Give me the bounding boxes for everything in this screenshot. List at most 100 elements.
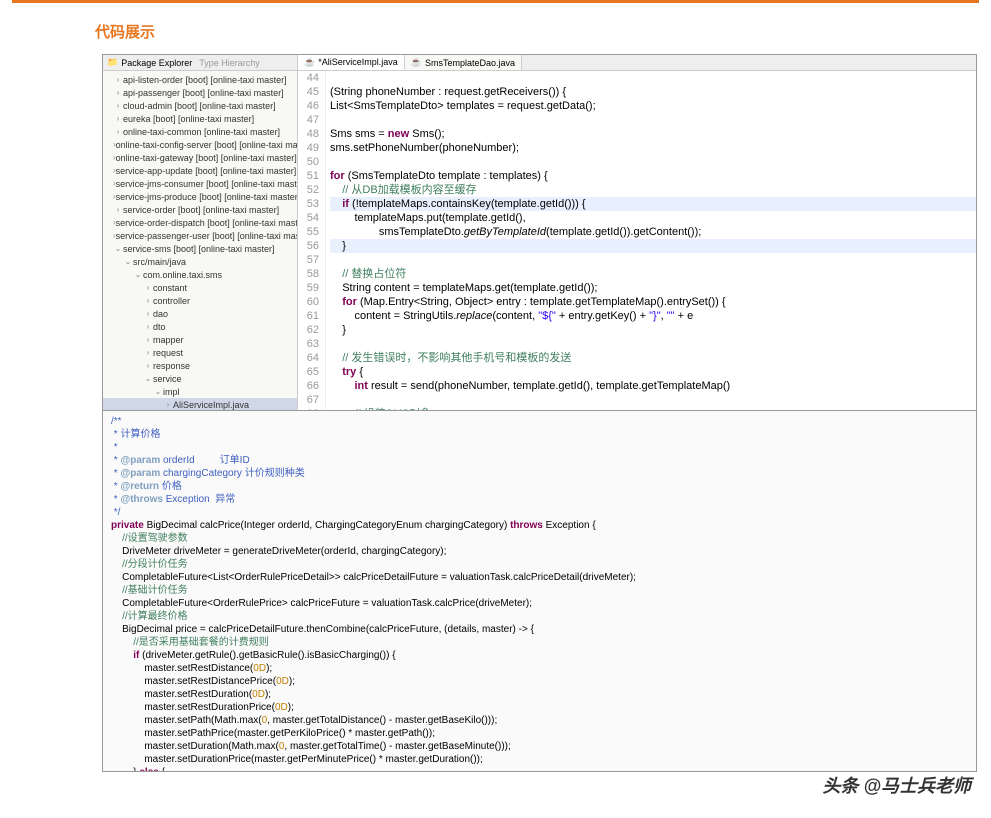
- expand-icon[interactable]: ›: [113, 114, 123, 123]
- tree-item[interactable]: ›api-passenger [boot] [online-taxi maste…: [103, 86, 297, 99]
- tree-item[interactable]: ›dto: [103, 320, 297, 333]
- code-line[interactable]: }: [330, 323, 976, 337]
- package-explorer[interactable]: 📁 Package Explorer Type Hierarchy ›api-l…: [103, 55, 298, 410]
- code-line[interactable]: master.setDurationPrice(master.getPerMin…: [111, 753, 968, 766]
- tree-item[interactable]: ›eureka [boot] [online-taxi master]: [103, 112, 297, 125]
- code-line[interactable]: List<SmsTemplateDto> templates = request…: [330, 99, 976, 113]
- expand-icon[interactable]: ›: [113, 127, 123, 136]
- code-line[interactable]: master.setPathPrice(master.getPerKiloPri…: [111, 727, 968, 740]
- type-hierarchy-tab[interactable]: Type Hierarchy: [199, 58, 260, 68]
- expand-icon[interactable]: ⌄: [153, 387, 163, 396]
- tree-item[interactable]: ›online-taxi-gateway [boot] [online-taxi…: [103, 151, 297, 164]
- package-tree[interactable]: ›api-listen-order [boot] [online-taxi ma…: [103, 71, 297, 410]
- code-line[interactable]: [330, 253, 976, 267]
- code-line[interactable]: smsTemplateDto.getByTemplateId(template.…: [330, 225, 976, 239]
- tree-item[interactable]: ›AliServiceImpl.java: [103, 398, 297, 410]
- code-line[interactable]: //是否采用基础套餐的计费规则: [111, 636, 968, 649]
- expand-icon[interactable]: ⌄: [133, 270, 143, 279]
- tree-item[interactable]: ›service-jms-consumer [boot] [online-tax…: [103, 177, 297, 190]
- code-line[interactable]: templateMaps.put(template.getId(),: [330, 211, 976, 225]
- editor-body[interactable]: 4445464748495051525354555657585960616263…: [298, 71, 976, 410]
- code-line[interactable]: for (SmsTemplateDto template : templates…: [330, 169, 976, 183]
- tree-item[interactable]: ›cloud-admin [boot] [online-taxi master]: [103, 99, 297, 112]
- code-line[interactable]: //设置驾驶参数: [111, 532, 968, 545]
- code-line[interactable]: *: [111, 441, 968, 454]
- code-line[interactable]: } else {: [111, 766, 968, 771]
- expand-icon[interactable]: ›: [143, 361, 153, 370]
- code-line[interactable]: content = StringUtils.replace(content, "…: [330, 309, 976, 323]
- code-line[interactable]: // 替换占位符: [330, 267, 976, 281]
- code-line[interactable]: // 组装SMS对象: [330, 407, 976, 410]
- code-line[interactable]: for (Map.Entry<String, Object> entry : t…: [330, 295, 976, 309]
- code-line[interactable]: sms.setPhoneNumber(phoneNumber);: [330, 141, 976, 155]
- editor-tabs[interactable]: ☕*AliServiceImpl.java☕SmsTemplateDao.jav…: [298, 55, 976, 71]
- code-line[interactable]: [330, 71, 976, 85]
- expand-icon[interactable]: ⌄: [143, 374, 153, 383]
- expand-icon[interactable]: ›: [143, 335, 153, 344]
- tree-item[interactable]: ›online-taxi-config-server [boot] [onlin…: [103, 138, 297, 151]
- code-line[interactable]: //计算最终价格: [111, 610, 968, 623]
- tree-item[interactable]: ›service-order [boot] [online-taxi maste…: [103, 203, 297, 216]
- code-line[interactable]: master.setDuration(Math.max(0, master.ge…: [111, 740, 968, 753]
- code-line[interactable]: master.setRestDuration(0D);: [111, 688, 968, 701]
- code-line[interactable]: BigDecimal price = calcPriceDetailFuture…: [111, 623, 968, 636]
- expand-icon[interactable]: ›: [143, 348, 153, 357]
- code-line[interactable]: */: [111, 506, 968, 519]
- expand-icon[interactable]: ⌄: [123, 257, 133, 266]
- code-line[interactable]: if (!templateMaps.containsKey(template.g…: [330, 197, 976, 211]
- code-line[interactable]: * @param chargingCategory 计价规则种类: [111, 467, 968, 480]
- tree-item[interactable]: ›request: [103, 346, 297, 359]
- expand-icon[interactable]: ›: [163, 400, 173, 409]
- code-line[interactable]: [330, 393, 976, 407]
- tree-item[interactable]: ›constant: [103, 281, 297, 294]
- tree-item[interactable]: ›online-taxi-common [online-taxi master]: [103, 125, 297, 138]
- bottom-code-pane[interactable]: /** * 计算价格 * * @param orderId 订单ID * @pa…: [103, 411, 976, 771]
- expand-icon[interactable]: ›: [113, 205, 123, 214]
- expand-icon[interactable]: ›: [113, 75, 123, 84]
- tree-item[interactable]: ⌄service-sms [boot] [online-taxi master]: [103, 242, 297, 255]
- expand-icon[interactable]: ⌄: [113, 244, 123, 253]
- code-line[interactable]: * @throws Exception 异常: [111, 493, 968, 506]
- code-area[interactable]: (String phoneNumber : request.getReceive…: [326, 71, 976, 410]
- expand-icon[interactable]: ›: [143, 322, 153, 331]
- code-line[interactable]: // 发生错误时，不影响其他手机号和模板的发送: [330, 351, 976, 365]
- code-line[interactable]: // 从DB加载模板内容至缓存: [330, 183, 976, 197]
- tree-item[interactable]: ›controller: [103, 294, 297, 307]
- expand-icon[interactable]: ›: [113, 101, 123, 110]
- code-line[interactable]: master.setRestDistance(0D);: [111, 662, 968, 675]
- editor-tab[interactable]: ☕SmsTemplateDao.java: [405, 55, 522, 70]
- code-line[interactable]: }: [330, 239, 976, 253]
- code-line[interactable]: int result = send(phoneNumber, template.…: [330, 379, 976, 393]
- tree-item[interactable]: ›service-order-dispatch [boot] [online-t…: [103, 216, 297, 229]
- code-line[interactable]: CompletableFuture<OrderRulePrice> calcPr…: [111, 597, 968, 610]
- code-line[interactable]: //分段计价任务: [111, 558, 968, 571]
- tree-item[interactable]: ›service-app-update [boot] [online-taxi …: [103, 164, 297, 177]
- code-line[interactable]: master.setRestDurationPrice(0D);: [111, 701, 968, 714]
- tree-item[interactable]: ⌄impl: [103, 385, 297, 398]
- code-line[interactable]: CompletableFuture<List<OrderRulePriceDet…: [111, 571, 968, 584]
- tree-item[interactable]: ⌄com.online.taxi.sms: [103, 268, 297, 281]
- tree-item[interactable]: ›api-listen-order [boot] [online-taxi ma…: [103, 73, 297, 86]
- code-line[interactable]: [330, 155, 976, 169]
- code-line[interactable]: [330, 113, 976, 127]
- expand-icon[interactable]: ›: [143, 309, 153, 318]
- code-line[interactable]: Sms sms = new Sms();: [330, 127, 976, 141]
- tree-item[interactable]: ›response: [103, 359, 297, 372]
- tree-item[interactable]: ›dao: [103, 307, 297, 320]
- tree-item[interactable]: ›service-passenger-user [boot] [online-t…: [103, 229, 297, 242]
- code-line[interactable]: /**: [111, 415, 968, 428]
- expand-icon[interactable]: ›: [143, 283, 153, 292]
- code-line[interactable]: master.setPath(Math.max(0, master.getTot…: [111, 714, 968, 727]
- tree-item[interactable]: ⌄src/main/java: [103, 255, 297, 268]
- code-line[interactable]: try {: [330, 365, 976, 379]
- code-line[interactable]: (String phoneNumber : request.getReceive…: [330, 85, 976, 99]
- editor-tab[interactable]: ☕*AliServiceImpl.java: [298, 55, 405, 70]
- code-line[interactable]: String content = templateMaps.get(templa…: [330, 281, 976, 295]
- expand-icon[interactable]: ›: [143, 296, 153, 305]
- code-line[interactable]: //基础计价任务: [111, 584, 968, 597]
- code-line[interactable]: DriveMeter driveMeter = generateDriveMet…: [111, 545, 968, 558]
- code-line[interactable]: * @return 价格: [111, 480, 968, 493]
- expand-icon[interactable]: ›: [113, 88, 123, 97]
- code-line[interactable]: * 计算价格: [111, 428, 968, 441]
- tree-item[interactable]: ⌄service: [103, 372, 297, 385]
